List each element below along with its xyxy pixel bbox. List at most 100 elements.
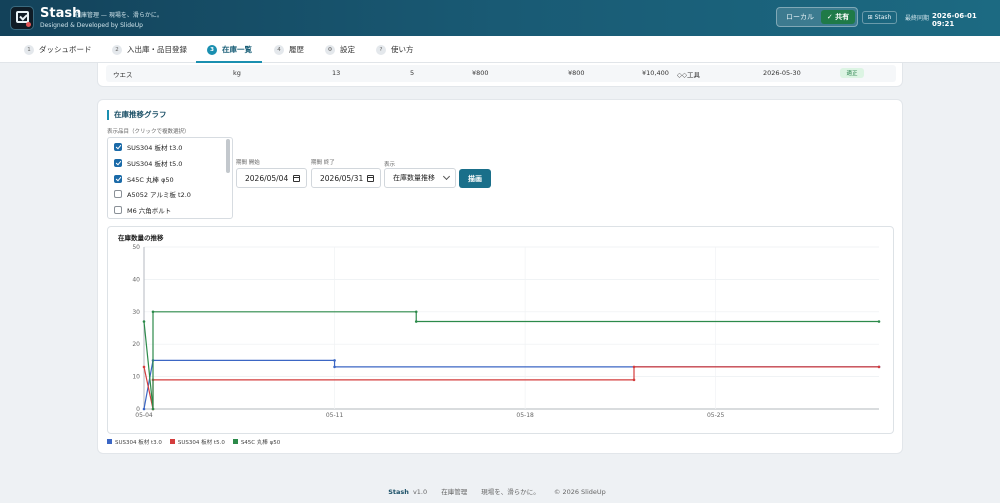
calendar-icon[interactable] (367, 175, 374, 182)
app-credit: Designed & Developed by SlideUp (40, 22, 143, 29)
checkbox-unchecked-icon[interactable] (114, 190, 122, 198)
draw-button[interactable]: 描画 (459, 169, 491, 188)
storage-mode-switch: ローカル ✓ 共有 (776, 7, 858, 27)
end-date-label: 期間 終了 (311, 160, 335, 166)
checkbox-checked-icon[interactable] (114, 159, 122, 167)
table-cell-date: 2026-05-30 (763, 69, 801, 77)
display-mode-value: 在庫数量推移 (393, 174, 435, 182)
sync-time: 2026-06-01 09:21 (932, 12, 977, 28)
item-option[interactable]: A5052 アルミ板 t2.0 (114, 188, 191, 200)
table-cell-total: ¥10,400 (642, 69, 669, 77)
series-point (151, 407, 155, 411)
start-date-value: 2026/05/04 (245, 173, 289, 183)
item-option[interactable]: SUS304 板材 t3.0 (114, 141, 182, 153)
item-option-label: S45C 丸棒 φ50 (127, 176, 174, 184)
table-cell-stock: 13 (332, 69, 341, 77)
table-cell-unit: kg (233, 69, 241, 77)
checkbox-unchecked-icon[interactable] (114, 206, 122, 214)
table-cell-supplier: ◇◇工具 (677, 71, 700, 79)
display-mode-label: 表示 (384, 162, 396, 168)
y-tick-label: 20 (132, 341, 140, 348)
calendar-icon[interactable] (293, 175, 300, 182)
footer-version: v1.0 (412, 488, 428, 496)
tab-number-badge: 2 (112, 44, 122, 55)
tab-number-badge: 1 (24, 44, 34, 55)
legend-swatch (169, 439, 175, 444)
series-point (151, 310, 155, 314)
graph-section-title: 在庫推移グラフ (107, 110, 167, 120)
checkbox-checked-icon[interactable] (114, 175, 122, 183)
series-point (333, 359, 336, 362)
series-point (142, 320, 146, 323)
y-tick-label: 10 (132, 374, 140, 381)
tab-label: 入出庫・品目登録 (127, 45, 187, 54)
items-select-label: 表示品目（クリックで複数選択） (107, 129, 190, 135)
items-multiselect[interactable]: SUS304 板材 t3.0 SUS304 板材 t5.0 S45C 丸棒 φ5… (107, 137, 233, 219)
app-header: Stash 在庫管理 — 現場を、滑らかに。 Designed & Develo… (0, 0, 1000, 36)
series-point (333, 365, 336, 369)
y-tick-label: 30 (132, 309, 140, 316)
series-point (632, 365, 636, 369)
y-tick-label: 50 (132, 244, 140, 251)
tab-label: 在庫一覧 (222, 45, 252, 54)
status-badge: 適正 (840, 68, 864, 78)
legend-label: SUS304 板材 t5.0 (177, 439, 225, 446)
y-tick-label: 40 (132, 276, 140, 283)
item-option[interactable]: M6 六角ボルト (114, 204, 171, 216)
legend-swatch (232, 439, 238, 444)
legend-swatch (107, 439, 112, 444)
tab-number-badge: 3 (207, 44, 217, 55)
mode-shared-button[interactable]: ✓ 共有 (821, 10, 855, 24)
table-cell-price: ¥800 (568, 69, 585, 77)
series-point (414, 320, 418, 323)
legend-label: S45C 丸棒 φ50 (240, 439, 281, 446)
item-option-label: SUS304 板材 t5.0 (127, 160, 183, 168)
series-point (414, 310, 418, 314)
item-option[interactable]: SUS304 板材 t5.0 (114, 157, 182, 169)
stash-button[interactable]: ⊞ Stash (862, 11, 897, 24)
series-point (877, 320, 881, 323)
item-option-label: SUS304 板材 t3.0 (127, 144, 183, 152)
checkbox-checked-icon[interactable] (114, 143, 122, 151)
app-footer: Stash v1.0 在庫管理 現場を、滑らかに。 © 2026 SlideUp (0, 486, 1000, 496)
sync-label: 最終同期 (905, 15, 930, 22)
tab-label: 使い方 (391, 45, 414, 54)
legend-item[interactable]: SUS304 板材 t3.0 (107, 438, 162, 446)
items-scrollbar[interactable] (226, 139, 230, 173)
help-icon: ? (376, 44, 386, 55)
item-option-label: M6 六角ボルト (127, 207, 172, 215)
gear-icon: ⚙ (325, 44, 335, 55)
stock-line-chart: 0102030405005-04 05-11 05-18 05-25 (132, 244, 881, 419)
tab-label: ダッシュボード (39, 45, 92, 54)
legend-item[interactable]: S45C 丸棒 φ50 (232, 438, 281, 446)
footer-brand: Stash (388, 488, 409, 496)
tab-inventory-list[interactable]: 3 在庫一覧 (207, 36, 252, 63)
tab-history[interactable]: 4 履歴 (274, 36, 304, 63)
tab-dashboard[interactable]: 1 ダッシュボード (24, 36, 92, 63)
x-tick-label: 05-18 (516, 412, 534, 419)
tab-label: 履歴 (289, 45, 304, 54)
tab-settings[interactable]: ⚙ 設定 (325, 36, 355, 63)
tab-number-badge: 4 (274, 44, 284, 55)
legend-item[interactable]: SUS304 板材 t5.0 (169, 438, 225, 446)
chart-legend: SUS304 板材 t3.0 SUS304 板材 t5.0 S45C 丸棒 φ5… (107, 437, 288, 446)
end-date-input[interactable]: 2026/05/31 (311, 168, 381, 188)
logo-dot-icon (26, 22, 31, 27)
tab-help[interactable]: ? 使い方 (376, 36, 414, 63)
app-tagline: 在庫管理 — 現場を、滑らかに。 (75, 12, 163, 19)
x-tick-label: 05-04 (135, 412, 153, 419)
footer-copyright: © 2026 SlideUp (553, 488, 606, 496)
item-option[interactable]: S45C 丸棒 φ50 (114, 173, 174, 185)
app-logo (10, 6, 34, 30)
series-point (142, 365, 146, 369)
series-line (143, 359, 879, 410)
tab-label: 設定 (340, 45, 355, 54)
mode-local-button[interactable]: ローカル (780, 10, 820, 24)
end-date-value: 2026/05/31 (320, 173, 364, 183)
series-line (143, 366, 879, 410)
chevron-down-icon (442, 172, 451, 181)
tab-stock-entry[interactable]: 2 入出庫・品目登録 (112, 36, 187, 63)
display-mode-select[interactable]: 在庫数量推移 (384, 168, 456, 188)
series-point (877, 365, 881, 369)
start-date-input[interactable]: 2026/05/04 (236, 168, 307, 188)
